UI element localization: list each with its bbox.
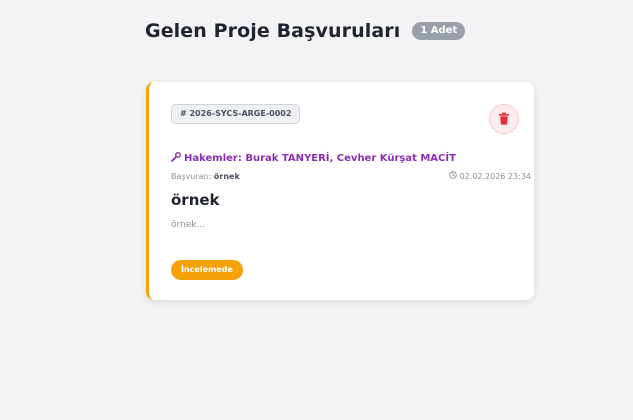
project-title: örnek <box>171 191 220 209</box>
application-card[interactable]: # 2026-SYCS-ARGE-0002 Hakemler: Burak TA… <box>146 82 534 300</box>
page-title: Gelen Proje Başvuruları <box>145 20 401 42</box>
timestamp: 02.02.2026 23:34 <box>448 171 531 183</box>
clock-icon <box>448 171 457 183</box>
applicant-name: örnek <box>213 172 240 181</box>
reviewers-line: Hakemler: Burak TANYERİ, Cevher Kürşat M… <box>171 152 456 165</box>
page-header: Gelen Proje Başvuruları 1 Adet <box>145 20 466 42</box>
applicant-label: Başvuran: <box>171 172 212 181</box>
delete-button[interactable] <box>489 104 519 134</box>
project-description: örnek... <box>171 220 206 230</box>
reviewers-text: Hakemler: Burak TANYERİ, Cevher Kürşat M… <box>184 153 456 164</box>
meta-row: Başvuran: örnek 02.02.2026 23:34 <box>171 171 531 183</box>
wrench-icon <box>171 152 181 165</box>
reference-id-chip: # 2026-SYCS-ARGE-0002 <box>171 104 301 124</box>
page: Gelen Proje Başvuruları 1 Adet # 2026-SY… <box>0 0 633 420</box>
status-badge: İncelemede <box>171 260 243 280</box>
count-badge: 1 Adet <box>412 22 466 40</box>
timestamp-text: 02.02.2026 23:34 <box>459 172 531 181</box>
trash-icon <box>498 110 510 129</box>
